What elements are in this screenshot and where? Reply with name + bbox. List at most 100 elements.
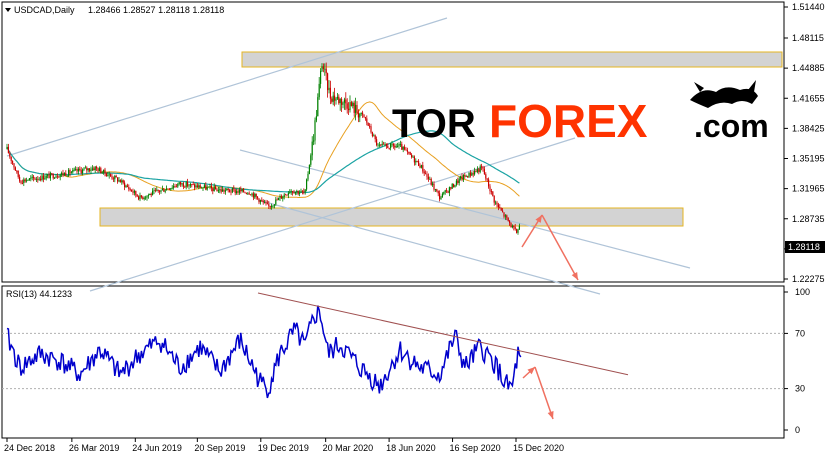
candle-body bbox=[244, 192, 246, 194]
candle-body bbox=[114, 175, 116, 180]
candle-body bbox=[370, 126, 372, 133]
candle-body bbox=[163, 188, 165, 192]
candle-body bbox=[86, 167, 88, 171]
time-tick-label: 24 Jun 2019 bbox=[132, 443, 182, 453]
candle-body bbox=[332, 95, 334, 102]
candle-body bbox=[289, 192, 291, 193]
candle-body bbox=[70, 172, 72, 174]
time-tick-label: 26 Mar 2019 bbox=[69, 443, 120, 453]
candle-body bbox=[236, 191, 238, 194]
candle-body bbox=[331, 98, 333, 102]
candle-body bbox=[374, 135, 376, 140]
candle-body bbox=[247, 193, 249, 195]
candle-body bbox=[489, 186, 491, 192]
candle-body bbox=[21, 182, 23, 184]
candle-body bbox=[448, 187, 450, 193]
candle-body bbox=[511, 225, 513, 228]
candle-body bbox=[161, 188, 163, 191]
candle-body bbox=[464, 175, 466, 177]
candle-body bbox=[147, 195, 149, 196]
candle-body bbox=[48, 174, 50, 179]
candle-body bbox=[73, 169, 75, 171]
candle-body bbox=[94, 166, 96, 171]
candle-body bbox=[325, 68, 327, 74]
candle-body bbox=[280, 196, 282, 199]
candle-body bbox=[38, 178, 40, 180]
candle-body bbox=[440, 197, 442, 199]
rsi-tick-label: 0 bbox=[795, 425, 800, 435]
candle-body bbox=[51, 173, 53, 175]
candle-body bbox=[26, 180, 28, 182]
time-axis: 24 Dec 2018 26 Mar 2019 24 Jun 2019 20 Sep … bbox=[4, 438, 564, 453]
price-tick-label: 1.22275 bbox=[792, 274, 825, 284]
time-tick-label: 16 Sep 2020 bbox=[450, 443, 501, 453]
candle-body bbox=[47, 174, 49, 176]
candle-body bbox=[406, 150, 408, 152]
candle-body bbox=[251, 193, 253, 196]
price-tick-label: 1.28735 bbox=[792, 214, 825, 224]
candle-body bbox=[352, 102, 354, 107]
candle-body bbox=[268, 204, 270, 206]
candle-body bbox=[507, 217, 509, 221]
candle-body bbox=[357, 112, 359, 118]
candle-body bbox=[502, 210, 504, 213]
candle-body bbox=[201, 187, 203, 189]
candle-body bbox=[131, 189, 133, 192]
candle-body bbox=[255, 193, 257, 197]
candle-body bbox=[384, 143, 386, 145]
candle-body bbox=[380, 144, 382, 146]
candle-body bbox=[216, 189, 218, 192]
rsi-label: RSI(13) 44.1233 bbox=[6, 289, 72, 299]
candle-body bbox=[499, 207, 501, 209]
candle-body bbox=[243, 189, 245, 193]
candle-body bbox=[516, 229, 518, 233]
candle-body bbox=[16, 170, 18, 172]
candle-body bbox=[294, 191, 296, 194]
candle-body bbox=[229, 189, 231, 192]
candle-body bbox=[272, 205, 274, 207]
candle-body bbox=[136, 194, 138, 197]
candle-body bbox=[514, 227, 516, 230]
candle-body bbox=[441, 193, 443, 198]
candle-body bbox=[84, 167, 86, 169]
candle-body bbox=[450, 187, 452, 189]
candle-body bbox=[175, 186, 177, 188]
candle-body bbox=[224, 190, 226, 192]
candle-body bbox=[237, 191, 239, 193]
candle-body bbox=[455, 180, 457, 185]
candle-body bbox=[509, 220, 511, 224]
time-tick-label: 18 Jun 2020 bbox=[386, 443, 436, 453]
candle-body bbox=[101, 172, 103, 174]
candle-body bbox=[315, 116, 317, 121]
candle-body bbox=[233, 188, 235, 190]
candle-body bbox=[482, 167, 484, 170]
current-price-value: 1.28118 bbox=[788, 242, 820, 252]
candle-body bbox=[7, 146, 9, 154]
candle-body bbox=[10, 156, 12, 161]
candle-body bbox=[76, 169, 78, 172]
chart-symbol-label: USDCAD,Daily bbox=[14, 5, 75, 15]
candle-body bbox=[408, 151, 410, 153]
candle-body bbox=[490, 191, 492, 192]
candle-body bbox=[49, 173, 51, 179]
candle-body bbox=[364, 117, 366, 119]
rsi-axis: 100 70 30 0 bbox=[784, 287, 810, 435]
rsi-tick-label: 70 bbox=[795, 328, 805, 338]
candle-body bbox=[149, 193, 151, 196]
candle-body bbox=[182, 183, 184, 187]
candle-body bbox=[196, 185, 198, 188]
candle-body bbox=[306, 179, 308, 190]
candle-body bbox=[14, 167, 16, 171]
candle-body bbox=[122, 180, 124, 183]
candle-body bbox=[140, 195, 142, 198]
candle-body bbox=[475, 170, 477, 172]
candle-body bbox=[402, 146, 404, 150]
candle-body bbox=[453, 183, 455, 188]
candle-body bbox=[77, 168, 79, 172]
candle-body bbox=[154, 190, 156, 191]
candle-body bbox=[469, 172, 471, 176]
candle-body bbox=[63, 172, 65, 175]
candle-body bbox=[87, 168, 89, 171]
candle-body bbox=[462, 175, 464, 180]
candle-body bbox=[238, 189, 240, 193]
